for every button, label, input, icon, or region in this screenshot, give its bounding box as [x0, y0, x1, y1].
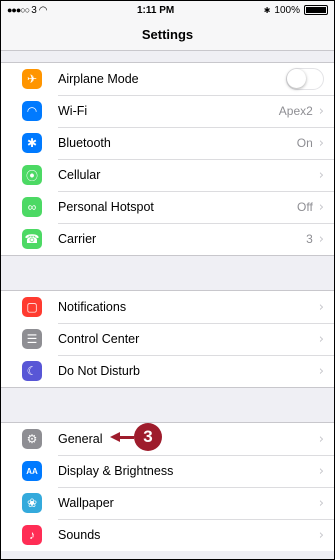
battery-icon	[303, 5, 328, 15]
chevron-right-icon: ›	[318, 463, 324, 479]
settings-row-value: Apex2	[278, 104, 313, 118]
carrier-name: 3	[31, 4, 37, 16]
chevron-right-icon: ›	[318, 167, 324, 183]
row-divider	[58, 487, 334, 488]
wifi-status-icon: ◠	[38, 4, 48, 16]
row-divider	[58, 127, 334, 128]
step-callout: 3	[110, 421, 162, 453]
row-divider	[58, 323, 334, 324]
settings-screen: ●●●○○ 3 ◠ 1:11 PM ✱ 100% Settings ✈ Airpl…	[0, 0, 335, 560]
wallpaper-icon: ❀	[22, 493, 42, 513]
airplane-icon: ✈	[22, 69, 42, 89]
row-divider	[58, 191, 334, 192]
row-divider	[58, 519, 334, 520]
status-bar: ●●●○○ 3 ◠ 1:11 PM ✱ 100%	[1, 1, 334, 19]
settings-row-general[interactable]: ⚙ General › 3	[1, 423, 334, 455]
chevron-right-icon: ›	[318, 231, 324, 247]
signal-strength-icon: ●●●○○	[7, 5, 30, 15]
settings-row-do-not-disturb[interactable]: ☾ Do Not Disturb ›	[1, 355, 334, 387]
hotspot-icon: ∞	[22, 197, 42, 217]
chevron-right-icon: ›	[318, 527, 324, 543]
chevron-right-icon: ›	[318, 199, 324, 215]
settings-row-notifications[interactable]: ▢ Notifications ›	[1, 291, 334, 323]
row-divider	[58, 95, 334, 96]
settings-row-label: Display & Brightness	[58, 464, 174, 478]
wifi-icon: ◠	[22, 101, 42, 121]
row-divider	[58, 355, 334, 356]
callout-arrow-icon	[110, 432, 120, 442]
settings-row-label: Airplane Mode	[58, 72, 139, 86]
toggle-knob	[287, 69, 306, 88]
settings-row-label: Wallpaper	[58, 496, 114, 510]
row-divider	[58, 455, 334, 456]
settings-row-label: Do Not Disturb	[58, 364, 140, 378]
settings-row-value: On	[296, 136, 313, 150]
settings-row-label: Control Center	[58, 332, 140, 346]
settings-row-label: Carrier	[58, 232, 97, 246]
general-group: ⚙ General › 3 AA Display & Brightness › ❀ Wallpa…	[1, 422, 334, 551]
chevron-right-icon: ›	[318, 135, 324, 151]
connectivity-group: ✈ Airplane Mode ◠ Wi-Fi Apex2 › ✱ Bluetooth On › ⦿…	[1, 62, 334, 256]
notifications-group: ▢ Notifications › ☰ Control Center › ☾ Do Not D…	[1, 290, 334, 388]
airplane-mode-toggle[interactable]	[286, 68, 324, 90]
settings-row-wallpaper[interactable]: ❀ Wallpaper ›	[1, 487, 334, 519]
notifications-icon: ▢	[22, 297, 42, 317]
settings-row-label: Sounds	[58, 528, 101, 542]
battery-percent: 100%	[274, 4, 300, 16]
display-icon: AA	[22, 461, 42, 481]
chevron-right-icon: ›	[318, 103, 324, 119]
callout-line	[120, 435, 134, 439]
settings-row-label: Wi-Fi	[58, 104, 88, 118]
settings-row-bluetooth[interactable]: ✱ Bluetooth On ›	[1, 127, 334, 159]
settings-row-personal-hotspot[interactable]: ∞ Personal Hotspot Off ›	[1, 191, 334, 223]
cellular-icon: ⦿	[22, 165, 42, 185]
settings-row-sounds[interactable]: ♪ Sounds ›	[1, 519, 334, 551]
chevron-right-icon: ›	[318, 495, 324, 511]
row-divider	[58, 223, 334, 224]
settings-row-label: General	[58, 432, 103, 446]
settings-row-label: Bluetooth	[58, 136, 111, 150]
settings-row-value: 3	[306, 232, 313, 246]
callout-step-number: 3	[134, 423, 162, 451]
control-center-icon: ☰	[22, 329, 42, 349]
settings-row-control-center[interactable]: ☰ Control Center ›	[1, 323, 334, 355]
chevron-right-icon: ›	[318, 431, 324, 447]
chevron-right-icon: ›	[318, 363, 324, 379]
settings-row-wi-fi[interactable]: ◠ Wi-Fi Apex2 ›	[1, 95, 334, 127]
page-title: Settings	[141, 27, 194, 42]
chevron-right-icon: ›	[318, 331, 324, 347]
settings-row-cellular[interactable]: ⦿ Cellular ›	[1, 159, 334, 191]
nav-bar: Settings	[1, 19, 334, 51]
status-time: 1:11 PM	[136, 4, 175, 16]
gear-icon: ⚙	[22, 429, 42, 449]
chevron-right-icon: ›	[318, 299, 324, 315]
bluetooth-status-icon: ✱	[263, 5, 271, 15]
bluetooth-icon: ✱	[22, 133, 42, 153]
moon-icon: ☾	[22, 361, 42, 381]
settings-row-label: Personal Hotspot	[58, 200, 154, 214]
settings-row-display-and-brightness[interactable]: AA Display & Brightness ›	[1, 455, 334, 487]
settings-row-label: Notifications	[58, 300, 127, 314]
phone-icon: ☎	[22, 229, 42, 249]
settings-row-carrier[interactable]: ☎ Carrier 3 ›	[1, 223, 334, 255]
settings-row-value: Off	[297, 200, 313, 214]
row-divider	[58, 159, 334, 160]
speaker-icon: ♪	[22, 525, 42, 545]
settings-row-label: Cellular	[58, 168, 101, 182]
settings-row-airplane-mode[interactable]: ✈ Airplane Mode	[1, 63, 334, 95]
